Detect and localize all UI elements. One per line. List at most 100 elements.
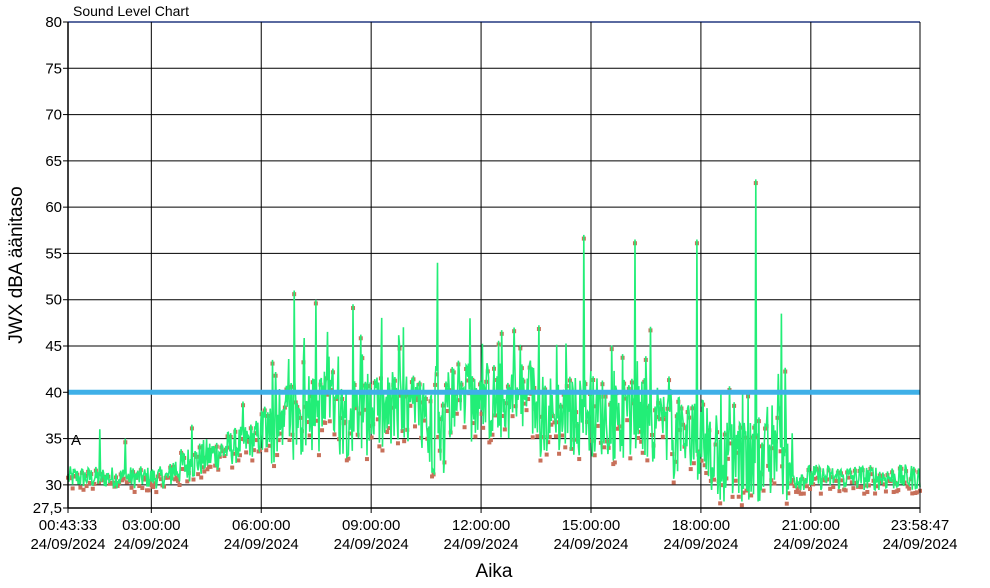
x-tick-time-label: 15:00:00 bbox=[562, 517, 620, 534]
data-point-marker bbox=[784, 501, 789, 506]
x-tick-time-label: 21:00:00 bbox=[782, 517, 840, 534]
y-tick-label: 45 bbox=[45, 338, 62, 355]
annotation-label: A bbox=[71, 432, 81, 449]
data-point-marker bbox=[557, 451, 562, 456]
y-tick-label: 35 bbox=[45, 431, 62, 448]
y-tick-label: 55 bbox=[45, 245, 62, 262]
x-tick-time-label: 00:43:33 bbox=[39, 517, 97, 534]
data-point-marker bbox=[250, 458, 255, 463]
data-point-marker bbox=[377, 444, 382, 449]
x-tick-time-label: 09:00:00 bbox=[342, 517, 400, 534]
data-point-marker bbox=[320, 428, 325, 433]
data-point-marker bbox=[154, 490, 159, 495]
data-point-marker bbox=[688, 467, 693, 472]
data-point-marker bbox=[151, 485, 156, 490]
y-tick-label: 75 bbox=[45, 60, 62, 77]
y-tick-label: 50 bbox=[45, 292, 62, 309]
data-point-marker bbox=[538, 458, 543, 463]
data-point-marker bbox=[462, 425, 467, 430]
data-point-marker bbox=[481, 425, 486, 430]
data-point-marker bbox=[577, 457, 582, 462]
data-point-marker bbox=[524, 408, 529, 413]
data-point-marker bbox=[592, 453, 597, 458]
x-tick-date-label: 24/09/2024 bbox=[444, 536, 519, 553]
data-point-marker bbox=[896, 488, 901, 493]
data-point-marker bbox=[553, 434, 558, 439]
data-point-marker bbox=[640, 450, 645, 455]
x-axis-label: Aika bbox=[476, 561, 513, 582]
data-point-marker bbox=[843, 488, 848, 493]
chart-background bbox=[0, 0, 990, 588]
data-point-marker bbox=[264, 448, 269, 453]
data-point-marker bbox=[412, 424, 417, 429]
data-point-marker bbox=[332, 432, 337, 437]
data-point-marker bbox=[129, 485, 134, 490]
data-point-marker bbox=[385, 430, 390, 435]
data-point-marker bbox=[369, 435, 374, 440]
data-point-marker bbox=[199, 475, 204, 480]
chart-title: Sound Level Chart bbox=[73, 3, 189, 19]
data-point-marker bbox=[612, 460, 617, 465]
x-tick-time-label: 12:00:00 bbox=[452, 517, 510, 534]
data-point-marker bbox=[132, 489, 137, 494]
data-point-marker bbox=[761, 488, 766, 493]
data-point-marker bbox=[691, 461, 696, 466]
data-point-marker bbox=[736, 494, 741, 499]
y-tick-label: 27,5 bbox=[33, 500, 62, 517]
data-point-marker bbox=[628, 456, 633, 461]
data-point-marker bbox=[560, 433, 565, 438]
data-point-marker bbox=[818, 491, 823, 496]
x-tick-date-label: 24/09/2024 bbox=[663, 536, 738, 553]
x-tick-date-label: 24/09/2024 bbox=[30, 536, 105, 553]
x-tick-time-label: 03:00:00 bbox=[122, 517, 180, 534]
y-tick-label: 60 bbox=[45, 199, 62, 216]
data-point-marker bbox=[275, 453, 280, 458]
x-tick-time-label: 23:58:47 bbox=[891, 517, 949, 534]
data-point-marker bbox=[191, 477, 196, 482]
data-point-marker bbox=[645, 458, 650, 463]
data-point-marker bbox=[402, 439, 407, 444]
x-tick-date-label: 24/09/2024 bbox=[114, 536, 189, 553]
x-tick-date-label: 24/09/2024 bbox=[334, 536, 409, 553]
data-point-marker bbox=[323, 420, 328, 425]
data-point-marker bbox=[473, 434, 478, 439]
x-tick-date-label: 24/09/2024 bbox=[773, 536, 848, 553]
data-point-marker bbox=[530, 435, 535, 440]
sound-level-chart: 27,5 30 35 40 45 50 55 60 65 70 75 80 00:43:33 24/09/… bbox=[0, 0, 990, 588]
data-point-marker bbox=[739, 503, 744, 508]
data-point-marker bbox=[90, 486, 95, 491]
y-axis-label: JWX dBA äänitaso bbox=[6, 186, 27, 343]
data-point-marker bbox=[660, 434, 665, 439]
data-point-marker bbox=[177, 482, 182, 487]
data-point-marker bbox=[907, 486, 912, 491]
y-tick-label: 40 bbox=[45, 384, 62, 401]
data-point-marker bbox=[865, 490, 870, 495]
data-point-marker bbox=[140, 486, 145, 491]
data-point-marker bbox=[801, 491, 806, 496]
x-tick-time-label: 18:00:00 bbox=[672, 517, 730, 534]
data-point-marker bbox=[81, 487, 86, 492]
x-tick-date-label: 24/09/2024 bbox=[224, 536, 299, 553]
data-point-marker bbox=[287, 437, 292, 442]
data-point-marker bbox=[380, 448, 385, 453]
data-point-marker bbox=[510, 414, 515, 419]
x-tick-time-label: 06:00:00 bbox=[232, 517, 290, 534]
data-point-marker bbox=[831, 485, 836, 490]
data-point-marker bbox=[601, 445, 606, 450]
data-point-marker bbox=[873, 491, 878, 496]
data-point-marker bbox=[316, 453, 321, 458]
data-point-marker bbox=[851, 486, 856, 491]
data-point-marker bbox=[544, 452, 549, 457]
data-point-marker bbox=[146, 488, 151, 493]
data-point-marker bbox=[327, 419, 332, 424]
data-point-marker bbox=[244, 450, 249, 455]
data-point-marker bbox=[364, 457, 369, 462]
data-point-marker bbox=[772, 481, 777, 486]
data-point-marker bbox=[535, 434, 540, 439]
x-tick-date-label: 24/09/2024 bbox=[553, 536, 628, 553]
data-point-marker bbox=[733, 478, 738, 483]
data-point-marker bbox=[70, 486, 75, 491]
data-point-marker bbox=[185, 479, 190, 484]
x-tick-date-label: 24/09/2024 bbox=[882, 536, 957, 553]
data-point-marker bbox=[395, 441, 400, 446]
